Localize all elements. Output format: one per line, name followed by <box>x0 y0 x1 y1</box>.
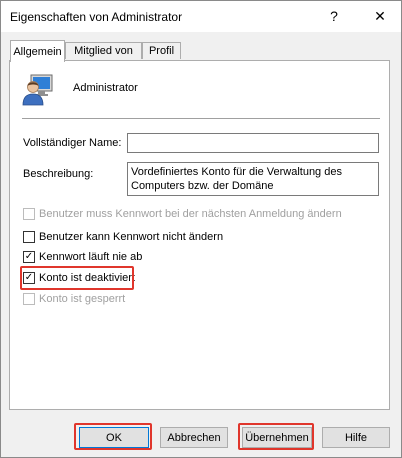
checkbox-label: Benutzer muss Kennwort bei der nächsten … <box>39 208 342 220</box>
tab-allgemein[interactable]: Allgemein <box>10 40 65 62</box>
checkbox-label: Kennwort läuft nie ab <box>39 251 143 263</box>
window-title: Eigenschaften von Administrator <box>10 10 183 24</box>
description-input[interactable]: Vordefiniertes Konto für die Verwaltung … <box>127 162 379 196</box>
checkbox-label: Benutzer kann Kennwort nicht ändern <box>39 231 224 243</box>
full-name-label: Vollständiger Name: <box>23 137 122 149</box>
close-button[interactable]: ✕ <box>365 5 395 27</box>
full-name-input[interactable] <box>127 133 379 153</box>
help-dialog-button[interactable]: Hilfe <box>322 427 390 448</box>
checkmark-icon: ✓ <box>23 251 35 263</box>
user-monitor-icon <box>22 74 53 106</box>
tab-mitglied-von[interactable]: Mitglied von <box>65 42 142 59</box>
checkbox-cannot-change-password[interactable]: Benutzer kann Kennwort nicht ändern <box>23 230 223 244</box>
checkbox-account-locked[interactable]: Konto ist gesperrt <box>23 292 125 306</box>
user-name: Administrator <box>73 82 138 94</box>
title-bar: Eigenschaften von Administrator ? ✕ <box>1 1 401 32</box>
description-label: Beschreibung: <box>23 168 94 180</box>
checkbox-label: Konto ist gesperrt <box>39 293 126 305</box>
cancel-button[interactable]: Abbrechen <box>160 427 228 448</box>
tab-profil[interactable]: Profil <box>142 42 181 59</box>
highlight-frame-ok <box>74 423 152 450</box>
checkbox-box <box>23 293 35 305</box>
help-button[interactable]: ? <box>319 5 349 27</box>
highlight-frame-apply <box>238 423 314 450</box>
checkbox-must-change-password[interactable]: Benutzer muss Kennwort bei der nächsten … <box>23 207 342 221</box>
highlight-frame-account-disabled <box>20 266 134 290</box>
checkbox-box <box>23 231 35 243</box>
checkbox-box <box>23 208 35 220</box>
separator <box>22 118 380 119</box>
checkbox-password-never-expires[interactable]: ✓ Kennwort läuft nie ab <box>23 250 142 264</box>
